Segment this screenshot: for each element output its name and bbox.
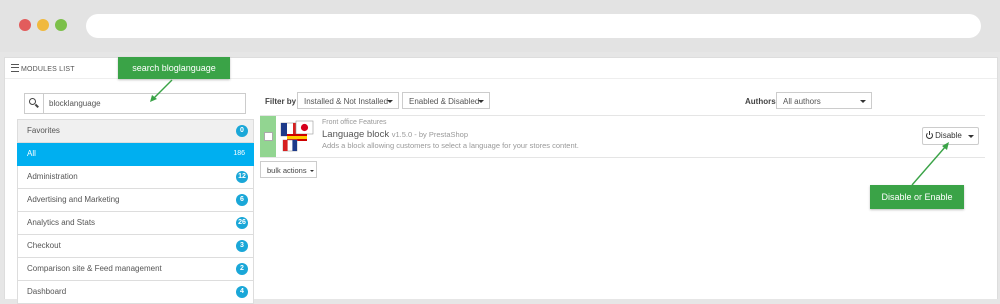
- authors-select[interactable]: All authors: [776, 92, 872, 109]
- category-count-badge: 26: [236, 217, 248, 229]
- chevron-down-icon: [860, 100, 866, 103]
- category-analytics-stats[interactable]: Analytics and Stats 26: [17, 212, 254, 235]
- category-label: Administration: [27, 172, 78, 181]
- search-input[interactable]: [49, 94, 239, 113]
- install-status-select[interactable]: Installed & Not Installed: [297, 92, 399, 109]
- category-comparison-feed[interactable]: Comparison site & Feed management 2: [17, 258, 254, 281]
- module-name: Language block v1.5.0 - by PrestaShop: [322, 129, 468, 140]
- category-checkout[interactable]: Checkout 3: [17, 235, 254, 258]
- install-status-value: Installed & Not Installed: [304, 97, 389, 106]
- category-administration[interactable]: Administration 12: [17, 166, 254, 189]
- category-all[interactable]: All 186: [17, 143, 254, 166]
- category-label: Dashboard: [27, 287, 67, 296]
- category-count-badge: 4: [236, 286, 248, 298]
- module-description: Adds a block allowing customers to selec…: [322, 141, 579, 150]
- minimize-window-button[interactable]: [37, 19, 49, 31]
- search-callout: search bloglanguage: [118, 57, 230, 79]
- category-count-badge: 3: [236, 240, 248, 252]
- close-window-button[interactable]: [19, 19, 31, 31]
- browser-chrome: [0, 0, 1000, 52]
- bulk-actions-label: bulk actions: [267, 166, 307, 175]
- category-label: Favorites: [27, 126, 60, 135]
- module-version: v1.5.0 - by PrestaShop: [391, 130, 469, 139]
- maximize-window-button[interactable]: [55, 19, 67, 31]
- chevron-down-icon: [387, 100, 393, 103]
- chevron-down-icon: [309, 170, 314, 172]
- module-checkbox[interactable]: [264, 132, 273, 141]
- category-label: Checkout: [27, 241, 61, 250]
- category-favorites[interactable]: Favorites 0: [17, 119, 254, 143]
- chevron-down-icon: [478, 100, 484, 103]
- panel-title-label: MODULES LIST: [21, 66, 75, 73]
- disable-button-group: Disable: [922, 127, 979, 145]
- category-advertising-marketing[interactable]: Advertising and Marketing 6: [17, 189, 254, 212]
- bulk-actions-button[interactable]: bulk actions: [260, 161, 317, 178]
- enable-status-value: Enabled & Disabled: [409, 97, 480, 106]
- category-label: All: [27, 149, 36, 158]
- category-label: Comparison site & Feed management: [27, 264, 162, 273]
- address-bar[interactable]: [86, 14, 981, 38]
- panel-title: MODULES LIST: [11, 64, 75, 73]
- disable-button-label: Disable: [935, 131, 962, 140]
- language-flags-icon: [279, 119, 314, 153]
- module-name-label: Language block: [322, 129, 390, 140]
- filter-by-label: Filter by: [265, 97, 297, 106]
- category-count-badge: 2: [236, 263, 248, 275]
- category-count-badge: 6: [236, 194, 248, 206]
- disable-button[interactable]: Disable: [923, 128, 965, 144]
- module-category: Front office Features: [322, 119, 387, 126]
- search-icon[interactable]: [25, 94, 44, 113]
- power-icon: [926, 130, 934, 139]
- enable-status-select[interactable]: Enabled & Disabled: [402, 92, 490, 109]
- category-label: Advertising and Marketing: [27, 195, 120, 204]
- category-count-badge: 186: [233, 150, 245, 157]
- category-list: Favorites 0 All 186 Administration 12 Adver…: [17, 119, 254, 304]
- category-label: Analytics and Stats: [27, 218, 96, 227]
- list-icon: [11, 64, 19, 72]
- category-count-badge: 0: [236, 125, 248, 137]
- toggle-callout: Disable or Enable: [870, 185, 964, 209]
- category-count-badge: 12: [236, 171, 248, 183]
- action-dropdown-toggle[interactable]: [968, 135, 974, 138]
- module-search: [24, 93, 246, 114]
- authors-value: All authors: [783, 97, 821, 106]
- module-row: Front office Features Language block v1.…: [260, 115, 985, 158]
- category-dashboard[interactable]: Dashboard 4: [17, 281, 254, 304]
- authors-label: Authors: [745, 97, 776, 106]
